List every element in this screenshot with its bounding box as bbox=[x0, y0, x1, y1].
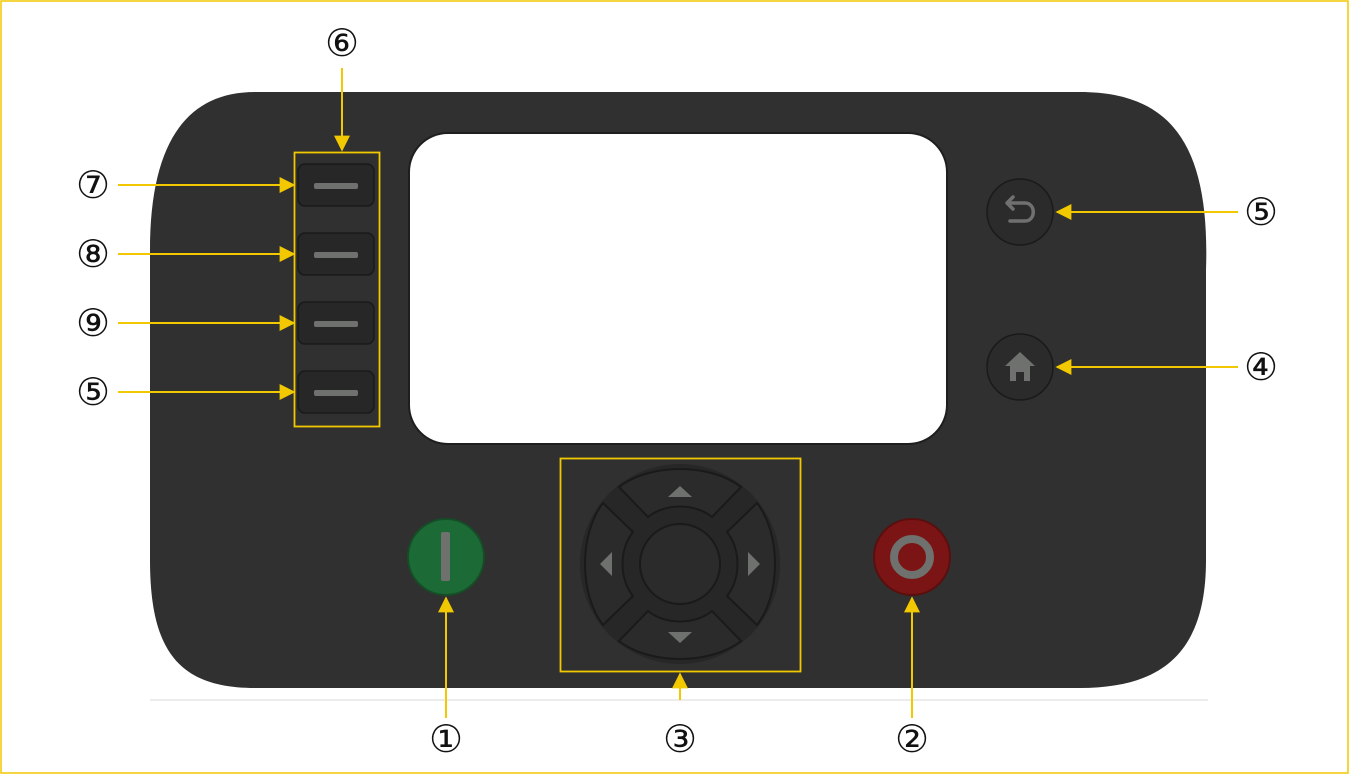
dash-icon bbox=[314, 321, 358, 327]
softkey-button-1[interactable] bbox=[297, 163, 375, 207]
home-button[interactable] bbox=[986, 333, 1054, 401]
softkey-button-3[interactable] bbox=[297, 301, 375, 345]
nav-center-button[interactable] bbox=[639, 523, 721, 605]
callout-number-top-group: ⑥ bbox=[325, 21, 359, 65]
callout-number-softkey-3: ⑨ bbox=[76, 301, 110, 345]
dash-icon bbox=[314, 252, 358, 258]
dash-icon bbox=[314, 183, 358, 189]
callout-number-softkey-1: ⑦ bbox=[76, 163, 110, 207]
control-panel-diagram: ⑥ ⑦ ⑧ ⑨ ⑤ ⑤ ④ ① ③ ② bbox=[0, 0, 1349, 774]
vertical-bar-icon bbox=[441, 532, 450, 581]
callout-number-softkey-2: ⑧ bbox=[76, 232, 110, 276]
start-button[interactable] bbox=[407, 518, 485, 596]
stop-button[interactable] bbox=[873, 518, 951, 596]
softkey-button-4[interactable] bbox=[297, 370, 375, 414]
nav-pad bbox=[580, 464, 780, 664]
callout-number-back-button: ⑤ bbox=[1244, 190, 1278, 234]
softkey-button-2[interactable] bbox=[297, 232, 375, 276]
dash-icon bbox=[314, 390, 358, 396]
callout-number-stop-button: ② bbox=[895, 717, 929, 761]
display-screen bbox=[408, 132, 948, 445]
callout-number-start-button: ① bbox=[429, 717, 463, 761]
callout-number-softkey-4: ⑤ bbox=[76, 370, 110, 414]
callout-number-home-button: ④ bbox=[1244, 345, 1278, 389]
back-button[interactable] bbox=[986, 178, 1054, 246]
callout-number-nav-pad: ③ bbox=[663, 717, 697, 761]
